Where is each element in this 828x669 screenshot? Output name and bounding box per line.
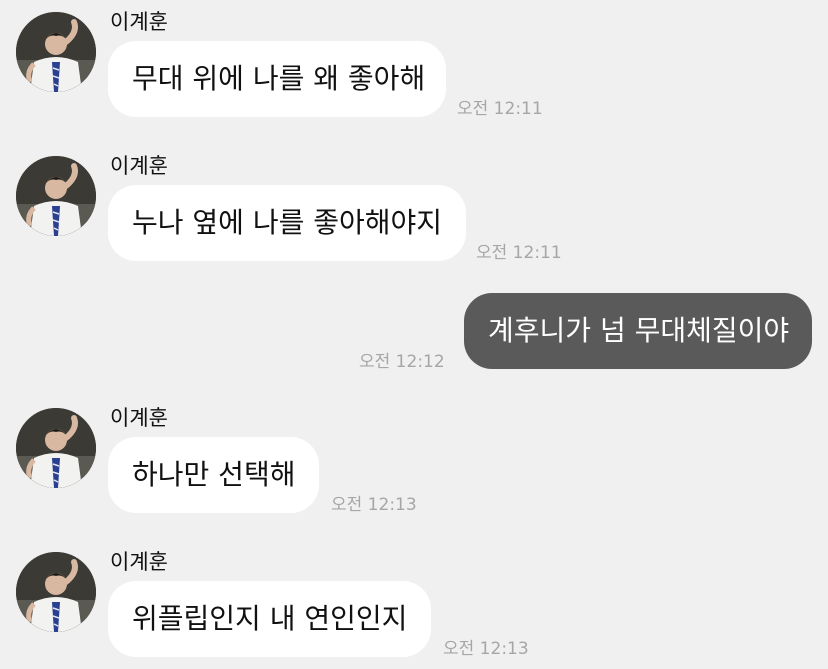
avatar[interactable] — [16, 156, 96, 236]
message-timestamp: 오전 12:13 — [443, 639, 529, 659]
profile-photo — [16, 408, 96, 488]
profile-photo — [16, 156, 96, 236]
avatar[interactable] — [16, 12, 96, 92]
message-timestamp: 오전 12:11 — [457, 99, 543, 119]
message-bubble[interactable]: 무대 위에 나를 왜 좋아해 — [108, 41, 446, 117]
message-bubble[interactable]: 위플립인지 내 연인인지 — [108, 581, 431, 657]
sender-name: 이계훈 — [110, 550, 168, 574]
avatar[interactable] — [16, 408, 96, 488]
sender-name: 이계훈 — [110, 10, 168, 34]
message-bubble[interactable]: 누나 옆에 나를 좋아해야지 — [108, 185, 466, 261]
avatar[interactable] — [16, 552, 96, 632]
profile-photo — [16, 552, 96, 632]
message-timestamp: 오전 12:11 — [476, 243, 562, 263]
profile-photo — [16, 12, 96, 92]
message-timestamp: 오전 12:12 — [359, 352, 445, 372]
sender-name: 이계훈 — [110, 154, 168, 178]
message-timestamp: 오전 12:13 — [331, 495, 417, 515]
message-bubble[interactable]: 하나만 선택해 — [108, 437, 319, 513]
chat-thread[interactable]: 이계훈 무대 위에 나를 왜 좋아해 오전 12:11 이계훈 누나 옆에 나를… — [0, 0, 828, 669]
message-bubble[interactable]: 계후니가 넘 무대체질이야 — [464, 293, 812, 369]
sender-name: 이계훈 — [110, 406, 168, 430]
